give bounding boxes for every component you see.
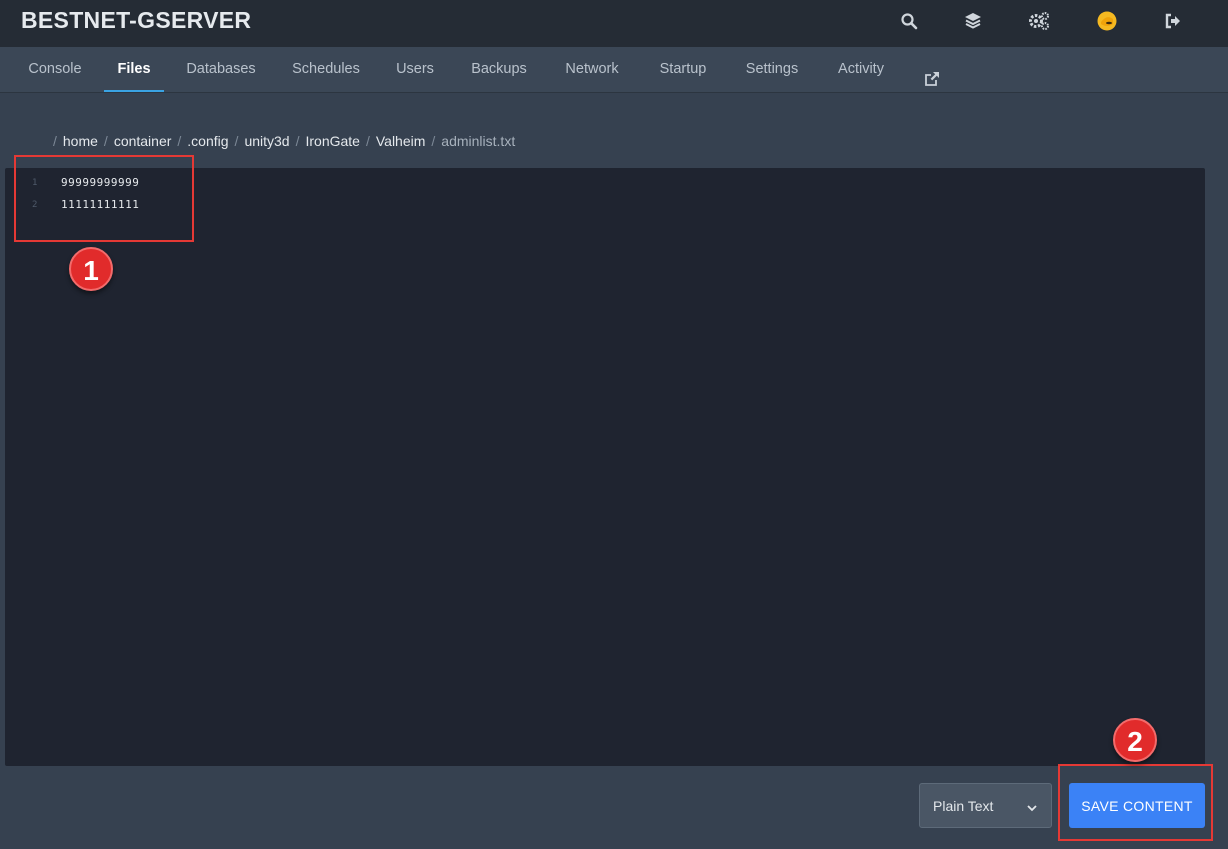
breadcrumb-separator: / [365, 133, 370, 149]
file-editor[interactable]: 1 99999999999 2 11111111111 [5, 168, 1205, 766]
breadcrumb-unity3d[interactable]: unity3d [244, 133, 289, 149]
breadcrumb-separator: / [103, 133, 108, 149]
cogs-icon[interactable] [1028, 10, 1050, 32]
annotation-badge-2: 2 [1113, 718, 1157, 762]
annotation-box-2 [1058, 764, 1213, 841]
chevron-down-icon [1027, 800, 1037, 818]
breadcrumb-separator: / [431, 133, 436, 149]
tab-console[interactable]: Console [14, 47, 96, 91]
server-title[interactable]: BESTNET-GSERVER [21, 7, 251, 34]
server-nav: Console Files Databases Schedules Users … [0, 47, 1228, 93]
syntax-mode-select[interactable]: Plain Text [919, 783, 1052, 828]
tab-backups[interactable]: Backups [459, 47, 539, 91]
breadcrumb-irongate[interactable]: IronGate [305, 133, 359, 149]
breadcrumb-current-file: adminlist.txt [441, 133, 516, 149]
avatar-icon[interactable] [1096, 10, 1118, 32]
external-link-icon [924, 61, 940, 106]
search-icon[interactable] [898, 10, 920, 32]
breadcrumb-container[interactable]: container [114, 133, 172, 149]
breadcrumb-separator: / [53, 133, 57, 149]
tab-settings[interactable]: Settings [733, 47, 811, 91]
syntax-mode-value: Plain Text [933, 798, 994, 814]
layers-icon[interactable] [962, 10, 984, 32]
tab-databases[interactable]: Databases [174, 47, 268, 91]
tab-schedules[interactable]: Schedules [279, 47, 373, 91]
tab-files[interactable]: Files [104, 47, 164, 92]
tab-network[interactable]: Network [552, 47, 632, 91]
tab-activity[interactable]: Activity [824, 47, 898, 91]
file-breadcrumb: / home / container / .config / unity3d / IronGate… [53, 133, 515, 149]
annotation-box-1 [14, 155, 194, 242]
breadcrumb-separator: / [177, 133, 182, 149]
breadcrumb-valheim[interactable]: Valheim [376, 133, 426, 149]
logout-icon[interactable] [1162, 10, 1184, 32]
breadcrumb-home[interactable]: home [63, 133, 98, 149]
breadcrumb-config[interactable]: .config [187, 133, 228, 149]
annotation-badge-1: 1 [69, 247, 113, 291]
top-bar: BESTNET-GSERVER [0, 0, 1228, 47]
tab-startup[interactable]: Startup [646, 47, 720, 91]
tab-external-link[interactable] [916, 47, 948, 91]
breadcrumb-separator: / [295, 133, 300, 149]
tab-users[interactable]: Users [386, 47, 444, 91]
breadcrumb-separator: / [234, 133, 239, 149]
